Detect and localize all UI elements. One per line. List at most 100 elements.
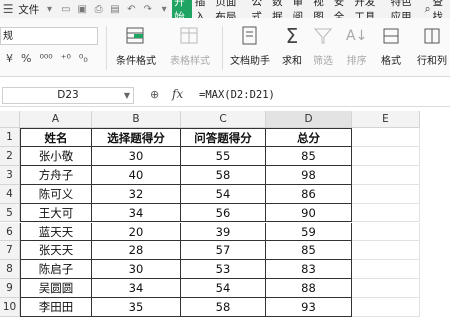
header-cell[interactable]: 选择题得分 <box>92 128 181 147</box>
name-box[interactable]: D23 ▼ <box>2 87 134 104</box>
file-menu[interactable]: 文件 <box>16 2 41 17</box>
table-cell[interactable] <box>352 165 420 185</box>
table-cell[interactable]: 56 <box>181 203 266 223</box>
table-cell[interactable]: 85 <box>266 241 352 261</box>
table-cell[interactable]: 30 <box>92 260 181 280</box>
table-cell[interactable]: 83 <box>266 260 352 280</box>
sum-button[interactable]: Σ 求和 <box>282 24 302 67</box>
table-cell[interactable] <box>352 260 420 280</box>
header-cell[interactable]: 姓名 <box>20 128 92 147</box>
undo-icon[interactable]: ↶ <box>126 3 136 15</box>
row-header[interactable]: 5 <box>0 203 20 223</box>
header-cell[interactable] <box>352 128 420 147</box>
table-cell[interactable]: 32 <box>92 184 181 204</box>
table-cell[interactable]: 30 <box>92 146 181 166</box>
column-header-b[interactable]: B <box>92 111 181 128</box>
select-all-corner[interactable] <box>0 111 20 128</box>
table-cell[interactable]: 34 <box>92 279 181 299</box>
row-header[interactable]: 8 <box>0 260 20 280</box>
fx-icon[interactable]: fx <box>172 87 183 101</box>
row-header[interactable]: 2 <box>0 146 20 166</box>
divider <box>106 26 107 70</box>
sort-button[interactable]: A↓ 排序 <box>346 24 367 67</box>
row-header[interactable]: 6 <box>0 222 20 242</box>
row-header[interactable]: 4 <box>0 184 20 204</box>
header-cell[interactable]: 总分 <box>266 128 352 147</box>
table-cell[interactable]: 陈启子 <box>20 260 92 280</box>
table-cell[interactable]: 88 <box>266 279 352 299</box>
table-cell[interactable]: 39 <box>181 222 266 242</box>
row-header[interactable]: 1 <box>0 128 20 147</box>
table-style-button[interactable]: 表格样式 <box>170 24 210 67</box>
table-cell[interactable] <box>352 184 420 204</box>
chevron-down-icon[interactable]: ▾ <box>44 3 54 15</box>
table-cell[interactable] <box>352 222 420 242</box>
menu-icon[interactable]: ☰ <box>0 2 16 16</box>
table-cell[interactable]: 58 <box>181 298 266 317</box>
table-cell[interactable] <box>352 203 420 223</box>
percent-icon[interactable]: % <box>21 52 31 65</box>
row-header[interactable]: 9 <box>0 279 20 299</box>
table-cell[interactable]: 李田田 <box>20 298 92 317</box>
table-cell[interactable]: 蓝天天 <box>20 222 92 242</box>
number-format-select[interactable]: 规 <box>0 27 98 45</box>
table-cell[interactable] <box>352 298 420 317</box>
thousands-icon[interactable]: ⁰⁰⁰ <box>39 52 52 65</box>
table-cell[interactable] <box>352 241 420 261</box>
sort-icon: A↓ <box>346 28 368 44</box>
table-cell[interactable]: 陈可义 <box>20 184 92 204</box>
column-header-c[interactable]: C <box>181 111 266 128</box>
doc-helper-button[interactable]: 文档助手 <box>230 24 270 67</box>
table-cell[interactable]: 54 <box>181 279 266 299</box>
table-cell[interactable]: 93 <box>266 298 352 317</box>
table-cell[interactable]: 86 <box>266 184 352 204</box>
column-header-e[interactable]: E <box>352 111 420 128</box>
table-cell[interactable]: 张小敬 <box>20 146 92 166</box>
zoom-icon[interactable]: ⊕ <box>150 88 159 101</box>
table-cell[interactable]: 40 <box>92 165 181 185</box>
table-cell[interactable]: 34 <box>92 203 181 223</box>
table-style-icon <box>179 24 201 48</box>
row-header[interactable]: 3 <box>0 165 20 185</box>
table-cell[interactable]: 85 <box>266 146 352 166</box>
table-cell[interactable]: 吴圆圆 <box>20 279 92 299</box>
table-cell[interactable]: 28 <box>92 241 181 261</box>
table-cell[interactable]: 57 <box>181 241 266 261</box>
menu-bar: ☰ 文件 ▾ ▭ ▣ ⎙ ▤ ↶ ↷ ▾ 开始 插入 页面布局 公式 数据 审阅… <box>0 0 450 25</box>
print-icon[interactable]: ⎙ <box>93 3 103 15</box>
row-header[interactable]: 10 <box>0 298 20 317</box>
header-cell[interactable]: 问答题得分 <box>181 128 266 147</box>
decrease-decimal-icon[interactable]: ⁰₀ <box>79 52 88 65</box>
filter-button[interactable]: 筛选 <box>313 24 333 67</box>
table-cell[interactable]: 35 <box>92 298 181 317</box>
table-cell[interactable]: 方舟子 <box>20 165 92 185</box>
formula-bar: D23 ▼ ⊕ fx =MAX(D2:D21) <box>0 86 450 107</box>
conditional-format-button[interactable]: 条件格式 <box>116 24 156 67</box>
table-cell[interactable]: 98 <box>266 165 352 185</box>
chevron-down-icon[interactable]: ▾ <box>159 3 169 15</box>
formula-input[interactable]: =MAX(D2:D21) <box>199 89 275 101</box>
currency-icon[interactable]: ¥ <box>6 52 13 65</box>
table-cell[interactable]: 20 <box>92 222 181 242</box>
increase-decimal-icon[interactable]: ⁺⁰ <box>61 52 71 65</box>
row-col-button[interactable]: 行和列 <box>417 24 447 67</box>
table-cell[interactable]: 58 <box>181 165 266 185</box>
table-cell[interactable]: 王大可 <box>20 203 92 223</box>
table-cell[interactable] <box>352 146 420 166</box>
print-preview-icon[interactable]: ▤ <box>110 3 120 15</box>
row-header[interactable]: 7 <box>0 241 20 261</box>
column-header-a[interactable]: A <box>20 111 92 128</box>
open-folder-icon[interactable]: ▭ <box>61 3 71 15</box>
chevron-down-icon[interactable]: ▼ <box>124 88 130 103</box>
table-cell[interactable]: 55 <box>181 146 266 166</box>
table-cell[interactable]: 张天天 <box>20 241 92 261</box>
save-icon[interactable]: ▣ <box>77 3 87 15</box>
column-header-d[interactable]: D <box>266 111 352 128</box>
table-cell[interactable]: 53 <box>181 260 266 280</box>
table-cell[interactable]: 90 <box>266 203 352 223</box>
redo-icon[interactable]: ↷ <box>143 3 153 15</box>
table-cell[interactable]: 59 <box>266 222 352 242</box>
table-cell[interactable]: 54 <box>181 184 266 204</box>
format-button[interactable]: 格式 <box>381 24 401 67</box>
table-cell[interactable] <box>352 279 420 299</box>
